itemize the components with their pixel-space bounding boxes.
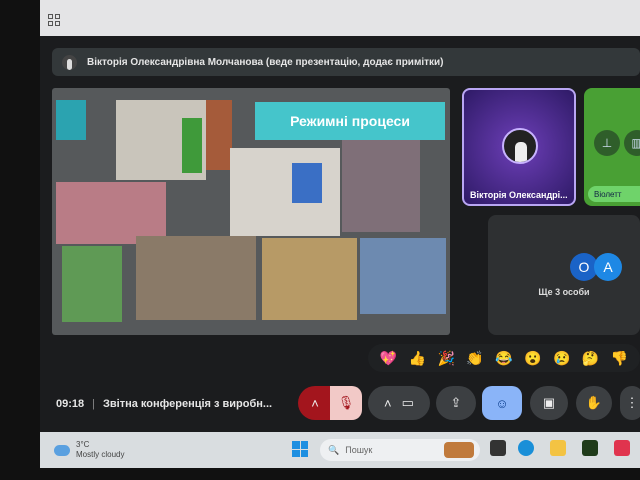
emoji-icon: ☺ [495,395,509,411]
camera-button[interactable]: ˄ ▭ [368,386,430,420]
more-vert-icon: ⋮ [625,395,639,410]
chevron-up-icon: ˄ [311,395,319,411]
divider: | [92,398,95,410]
participant-tile-presenter[interactable]: Вікторія Олександрі... [462,88,576,206]
temperature: 3°C [76,440,90,449]
photo [136,236,256,320]
participant-name: Вікторія Олександрі... [470,190,568,200]
photo [230,148,340,236]
chevron-up-icon: ˄ [384,395,392,411]
search-highlight-icon [444,442,474,458]
reaction-clap[interactable]: 👏 [466,350,483,367]
presenter-banner-text: Вікторія Олександрівна Молчанова (веде п… [87,56,444,68]
more-options-button[interactable]: ⋮ [620,386,640,420]
cloud-icon [52,440,70,456]
reaction-surprised[interactable]: 😮 [524,350,541,367]
reaction-thinking[interactable]: 🤔 [582,350,599,367]
reaction-cry[interactable]: 😢 [553,350,570,367]
reaction-thumbs-down[interactable]: 👎 [611,350,628,367]
present-button[interactable]: ⇪ [436,386,476,420]
meeting-info: 09:18 | Звітна конференція з виробн... [56,398,272,410]
meeting-title: Звітна конференція з виробн... [103,398,273,410]
pin-icon[interactable]: ⊥ [594,130,620,156]
captions-icon: ▣ [542,395,556,410]
edge-browser-icon[interactable] [518,440,534,456]
windows-start-icon[interactable] [292,441,308,457]
reaction-heart[interactable]: 💖 [380,350,397,367]
file-explorer-icon[interactable] [550,440,566,456]
remove-icon[interactable]: ▥ [624,130,640,156]
presenter-banner: Вікторія Олександрівна Молчанова (веде п… [52,48,640,76]
taskbar-search[interactable]: 🔍 Пошук [320,439,480,461]
photo [262,238,357,320]
weather-widget[interactable]: 3°C Mostly cloudy [52,440,125,460]
slide-title: Режимні процеси [255,102,445,140]
photo [206,100,232,170]
photo [360,238,446,314]
photo [56,182,166,244]
search-placeholder: Пошук [345,445,373,455]
photo [292,163,322,203]
captions-button[interactable]: ▣ [530,386,568,420]
logo-emblem [56,100,86,140]
camera-icon: ▭ [401,395,414,410]
presenter-avatar [62,54,77,70]
more-participants-tile[interactable]: О А Ще 3 особи [488,215,640,335]
participant-avatar: А [594,253,622,281]
participant-tile-green[interactable]: ⊥ ▥ Віолетт [584,88,640,206]
apps-grid-icon[interactable] [48,14,60,26]
mic-off-icon: 🎙 [337,395,355,410]
participant-name: Віолетт [594,189,622,199]
app-icon[interactable] [582,440,598,456]
hand-icon: ✋ [585,395,603,410]
more-participants-label: Ще 3 особи [538,287,590,297]
mic-off-button[interactable]: 🎙 [330,386,362,420]
reaction-thumbs-up[interactable]: 👍 [409,350,426,367]
reaction-laugh[interactable]: 😂 [495,350,512,367]
wps-office-icon[interactable] [614,440,630,456]
search-icon: 🔍 [328,444,340,455]
weather-condition: Mostly cloudy [76,450,125,459]
photo [182,118,202,173]
task-view-icon[interactable] [490,440,506,456]
participant-avatar [502,128,538,164]
reaction-party[interactable]: 🎉 [437,350,454,367]
photo [62,246,122,322]
meeting-time: 09:18 [56,398,85,410]
audio-options-button[interactable]: ˄ [298,386,332,420]
photo [342,140,420,232]
reactions-button[interactable]: ☺ [482,386,522,420]
present-screen-icon: ⇪ [450,395,462,410]
presentation-slide: Режимні процеси [52,88,450,335]
raise-hand-button[interactable]: ✋ [576,386,612,420]
reactions-bar: 💖 👍 🎉 👏 😂 😮 😢 🤔 👎 [368,344,640,372]
browser-top-bar [40,0,640,36]
